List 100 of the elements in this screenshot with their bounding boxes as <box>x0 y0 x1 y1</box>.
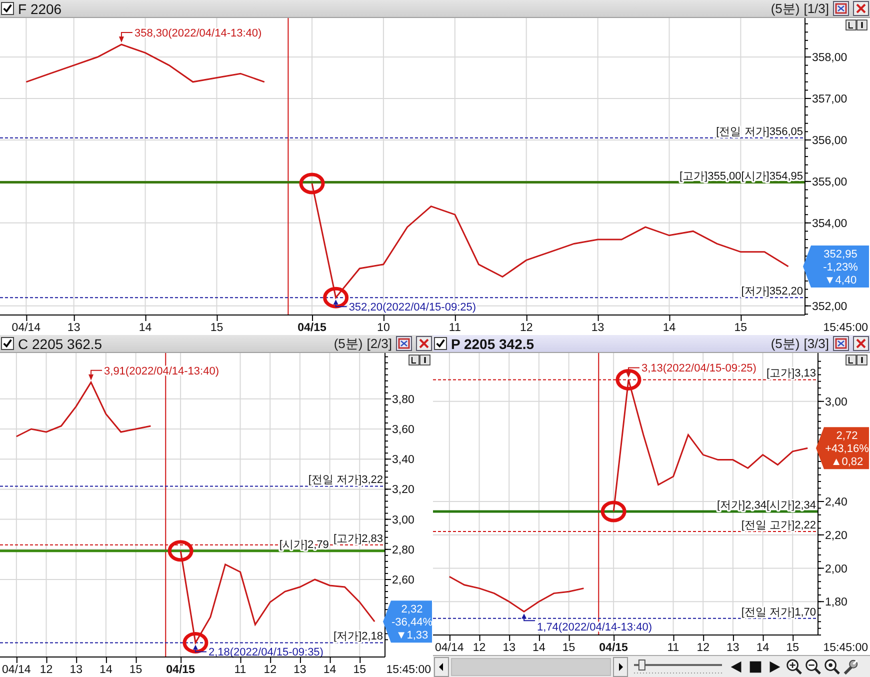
marker-label: 358,30(2022/04/14-13:40) <box>134 28 262 40</box>
x-tick-label: 15 <box>129 664 142 676</box>
x-tick-label: 13 <box>70 664 82 676</box>
y-tick-label: 357,00 <box>812 93 848 106</box>
close-icon[interactable] <box>416 336 432 351</box>
chart-title: F 2206 <box>18 0 62 16</box>
x-tick-label: 04/15 <box>599 642 628 654</box>
x-tick-label: 14 <box>662 322 676 334</box>
level-label: [전일 고가]2,22 <box>741 520 816 532</box>
price-badge-text: -1,23% <box>823 261 858 274</box>
x-tick-label: 15 <box>353 664 366 676</box>
level-label: [전일 저가]3,22 <box>308 474 383 486</box>
x-tick-label: 04/15 <box>166 664 195 676</box>
zoom-reset-icon[interactable] <box>823 656 840 676</box>
close-icon[interactable] <box>853 1 869 16</box>
maximize-icon[interactable] <box>833 336 849 351</box>
page-indicator: [2/3] <box>366 336 392 351</box>
y-tick-label: 358,00 <box>812 52 848 64</box>
zoom-out-icon[interactable] <box>804 656 821 676</box>
x-tick-label: 15 <box>562 642 576 654</box>
y-tick-label: 352,00 <box>812 300 848 313</box>
slider-thumb[interactable] <box>638 659 646 670</box>
interval-label: (5분) <box>334 335 363 352</box>
checkbox[interactable] <box>1 2 14 15</box>
level-label: [고가]3,13 <box>766 368 816 380</box>
y-tick-label: 355,00 <box>812 176 848 188</box>
time-label: 15:45:00 <box>823 642 868 654</box>
price-badge-text: 2,32 <box>401 604 423 616</box>
price-badge-text: 352,95 <box>824 248 858 260</box>
x-tick-label: 12 <box>40 664 53 676</box>
x-tick-label: 04/15 <box>298 322 326 334</box>
price-badge-text: -36,44% <box>392 616 432 629</box>
x-tick-label: 15 <box>786 642 800 654</box>
marker-label: 352,20(2022/04/15-09:25) <box>348 302 476 314</box>
x-tick-label: 12 <box>696 642 710 654</box>
x-tick-label: 12 <box>472 642 486 654</box>
x-tick-label: 11 <box>667 642 680 654</box>
highlight-circle <box>299 172 325 194</box>
x-tick-label: 13 <box>591 322 604 334</box>
x-tick-label: 13 <box>726 642 740 654</box>
x-tick-label: 13 <box>67 322 80 334</box>
price-badge-text: ▼4,40 <box>824 274 857 286</box>
chart-mode-icon[interactable] <box>846 20 868 30</box>
zoom-in-icon[interactable] <box>785 656 802 676</box>
x-tick-label: 14 <box>756 642 770 654</box>
x-tick-label: 14 <box>100 664 112 676</box>
marker-arrow <box>333 300 348 308</box>
x-tick-label: 14 <box>323 664 336 676</box>
marker-arrow <box>626 367 640 378</box>
chart-mode-icon[interactable] <box>408 354 430 366</box>
close-icon[interactable] <box>853 336 869 351</box>
level-label: [저가]2,34[시가]2,34 <box>716 500 816 512</box>
y-tick-label: 356,00 <box>812 134 848 147</box>
highlight-circle <box>182 632 208 654</box>
level-label: [저가]2,18 <box>333 630 383 643</box>
x-tick-label: 12 <box>264 664 276 676</box>
y-tick-label: 3,00 <box>825 396 848 408</box>
interval-label: (5분) <box>770 335 800 352</box>
y-tick-label: 2,00 <box>825 563 848 576</box>
y-tick-label: 1,80 <box>825 596 848 609</box>
chart-title: P 2205 342.5 <box>451 336 534 352</box>
y-tick-label: 2,40 <box>825 496 848 508</box>
marker-arrow <box>88 370 103 380</box>
level-label: [전일 저가]1,70 <box>741 606 816 618</box>
highlight-circle <box>600 500 626 522</box>
page-indicator: [1/3] <box>804 1 829 16</box>
y-tick-label: 3,60 <box>392 424 414 436</box>
chart-title: C 2205 362.5 <box>18 336 102 352</box>
checkbox[interactable] <box>434 337 447 350</box>
level-label: [전일 저가]356,05 <box>716 126 803 138</box>
panel-header[interactable]: P 2205 342.5 (5분) [3/3] <box>433 335 870 353</box>
y-tick-label: 354,00 <box>812 218 848 230</box>
highlight-circle <box>168 540 194 562</box>
y-tick-label: 3,80 <box>392 394 414 406</box>
x-tick-label: 11 <box>234 664 246 676</box>
price-badge-text: +43,16% <box>825 443 869 456</box>
interval-label: (5분) <box>770 0 800 18</box>
panel-header[interactable]: C 2205 362.5 (5분) [2/3] <box>0 335 433 353</box>
level-label: [고가]2,83 <box>333 532 383 545</box>
page-indicator: [3/3] <box>804 336 829 351</box>
scroll-right-icon[interactable] <box>613 656 628 676</box>
x-tick-label: 15 <box>210 322 224 334</box>
x-tick-label: 13 <box>502 642 516 654</box>
checkbox[interactable] <box>1 337 14 350</box>
panel-header[interactable]: F 2206 (5분) [1/3] <box>0 0 870 18</box>
x-tick-label: 12 <box>520 322 533 334</box>
y-tick-label: 3,40 <box>392 454 414 466</box>
level-label: [저가]352,20 <box>741 286 803 298</box>
maximize-icon[interactable] <box>396 336 412 351</box>
time-label: 15:45:00 <box>386 664 431 676</box>
x-tick-label: 11 <box>448 322 461 334</box>
level-label: [고가]355,00[시가]354,95 <box>679 170 803 182</box>
highlight-circle <box>323 286 349 308</box>
chart-mode-icon[interactable] <box>846 354 868 366</box>
y-tick-label: 2,60 <box>392 574 414 586</box>
maximize-icon[interactable] <box>833 1 849 16</box>
scroll-left-icon[interactable] <box>434 656 449 676</box>
y-tick-label: 2,80 <box>392 544 414 556</box>
x-tick-label: 15 <box>734 322 748 334</box>
time-label: 15:45:00 <box>823 322 868 334</box>
